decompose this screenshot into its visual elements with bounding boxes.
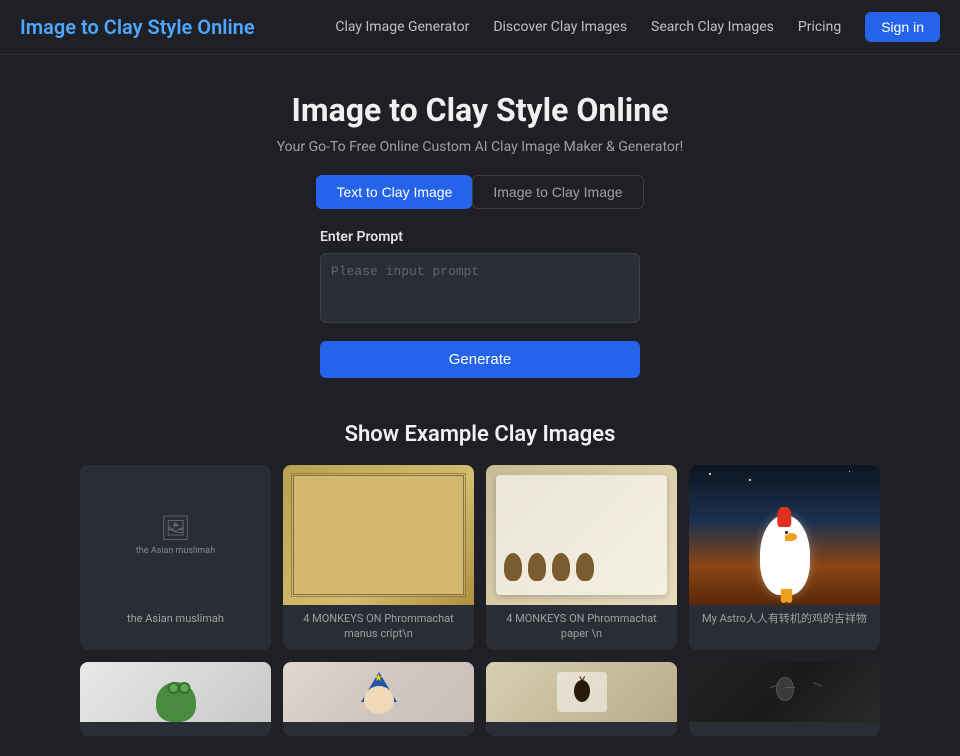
nav-link-clay-image-generator[interactable]: Clay Image Generator (335, 19, 469, 35)
prompt-form: Enter Prompt (320, 229, 640, 327)
gallery-item-frog[interactable] (80, 662, 271, 736)
signin-button[interactable]: Sign in (865, 12, 940, 42)
nav-link-search-clay-images[interactable]: Search Clay Images (651, 19, 774, 35)
gallery-img-bug-black (689, 662, 880, 722)
prompt-label: Enter Prompt (320, 229, 640, 245)
nav-logo[interactable]: Image to Clay Style Online (20, 15, 255, 39)
navbar: Image to Clay Style Online Clay Image Ge… (0, 0, 960, 55)
gallery-img-broken: the Asian muslimah (80, 465, 271, 605)
broken-img-text: the Asian muslimah (136, 546, 215, 556)
nav-link-pricing[interactable]: Pricing (798, 19, 841, 35)
gallery-img-monkeys-paper (486, 465, 677, 605)
generate-button[interactable]: Generate (320, 341, 640, 378)
gallery-item-monkeys-paper[interactable]: 4 MONKEYS ON Phrommachat paper \n (486, 465, 677, 650)
gallery-row-1: the Asian muslimah the Asian muslimah 4 … (80, 465, 880, 650)
tab-text-to-clay[interactable]: Text to Clay Image (316, 175, 472, 209)
gallery-caption-r2-0 (80, 722, 271, 736)
gallery-caption-2: 4 MONKEYS ON Phrommachat paper \n (486, 605, 677, 650)
page-title: Image to Clay Style Online (20, 91, 940, 129)
gallery-item-monkeys-manuscript[interactable]: 4 MONKEYS ON Phrommachat manus cript\n (283, 465, 474, 650)
gallery-img-frog (80, 662, 271, 722)
gallery-caption-r2-2 (486, 722, 677, 736)
gallery-img-manuscript (283, 465, 474, 605)
nav-links: Clay Image Generator Discover Clay Image… (335, 12, 940, 42)
gallery-section: Show Example Clay Images the Asian musli… (0, 398, 960, 756)
gallery-img-rooster (689, 465, 880, 605)
gallery-item-bug-paper[interactable] (486, 662, 677, 736)
gallery-caption-r2-3 (689, 722, 880, 736)
gallery-row-2: ★ (80, 662, 880, 736)
gallery-caption-1: 4 MONKEYS ON Phrommachat manus cript\n (283, 605, 474, 650)
gallery-item-clown[interactable]: ★ (283, 662, 474, 736)
gallery-item-bug-black[interactable] (689, 662, 880, 736)
gallery-item-asian-muslimah[interactable]: the Asian muslimah the Asian muslimah (80, 465, 271, 650)
mode-tabs: Text to Clay Image Image to Clay Image (20, 175, 940, 209)
hero-subtitle: Your Go-To Free Online Custom AI Clay Im… (20, 139, 940, 155)
nav-link-discover-clay-images[interactable]: Discover Clay Images (493, 19, 627, 35)
gallery-caption-r2-1 (283, 722, 474, 736)
gallery-img-clown: ★ (283, 662, 474, 722)
gallery-img-bug-paper (486, 662, 677, 722)
gallery-item-rooster[interactable]: My Astro人人有转机的鸡的吉祥物 (689, 465, 880, 650)
gallery-caption-0: the Asian muslimah (80, 605, 271, 634)
gallery-heading: Show Example Clay Images (80, 422, 880, 447)
gallery-caption-3: My Astro人人有转机的鸡的吉祥物 (689, 605, 880, 634)
tab-image-to-clay[interactable]: Image to Clay Image (472, 175, 643, 209)
prompt-input[interactable] (320, 253, 640, 323)
hero-section: Image to Clay Style Online Your Go-To Fr… (0, 55, 960, 398)
